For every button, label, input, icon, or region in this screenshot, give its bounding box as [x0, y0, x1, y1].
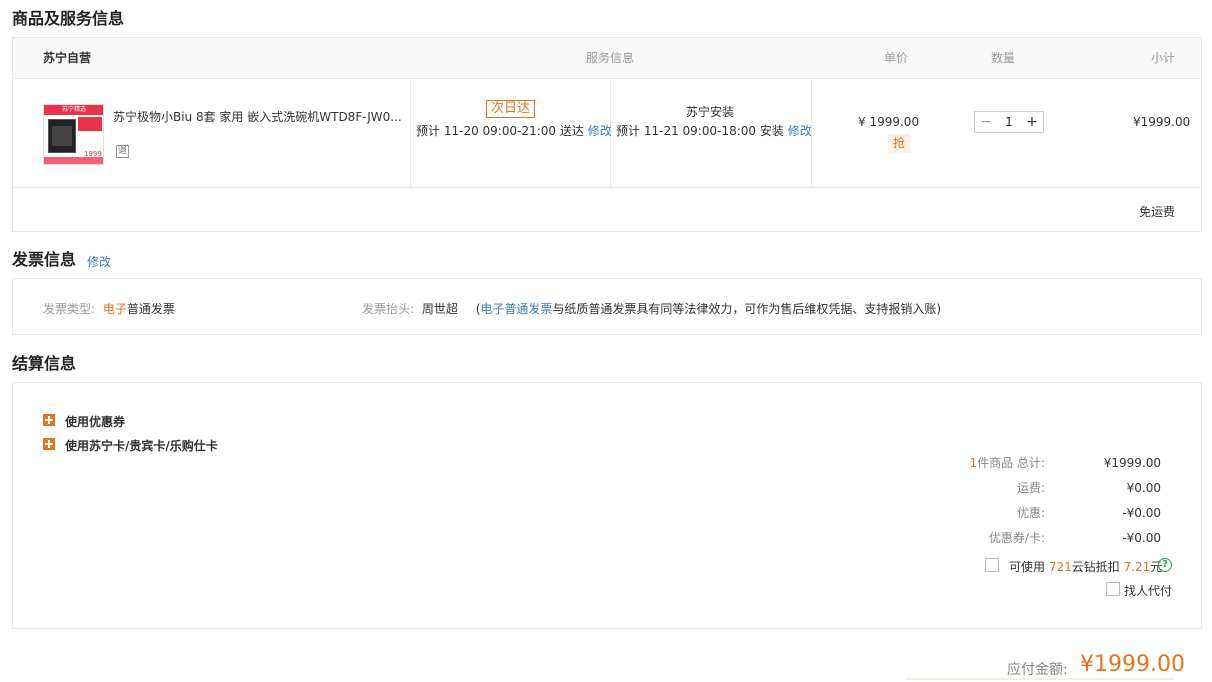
invoice-header: 发票抬头: 周世超 (电子普通发票与纸质普通发票具有同等法律效力，可作为售后维权…: [362, 302, 942, 316]
product-section-title: 商品及服务信息: [12, 9, 125, 28]
settlement-panel: 使用优惠券 使用苏宁卡/贵宾卡/乐购仕卡 1件商品 总计: ¥1999.00 运…: [12, 382, 1202, 629]
invoice-type-highlight: 电子: [102, 302, 127, 316]
return-badge: 退: [116, 145, 129, 158]
summary-discount-value: -¥0.00: [1122, 506, 1161, 520]
expand-plus-icon: [43, 438, 55, 450]
header-subtotal: 小计: [1151, 51, 1176, 65]
cloud-diamond-text: 可使用 721云钻抵扣 7.21元: [1009, 560, 1163, 574]
expand-plus-icon: [43, 414, 55, 426]
e-invoice-link[interactable]: 电子普通发票: [480, 302, 552, 316]
install-title: 苏宁安装: [686, 105, 735, 119]
summary-freight-value: ¥0.00: [1126, 481, 1161, 495]
help-icon[interactable]: ?: [1158, 558, 1172, 572]
invoice-header-label: 发票抬头:: [362, 302, 415, 316]
payable-underline: [905, 678, 1173, 680]
delivery-estimate: 预计 11-20 09:00-21:00 送达 修改: [416, 124, 612, 138]
quantity-decrease-button[interactable]: −: [975, 112, 997, 132]
free-shipping-text: 免运费: [1139, 205, 1176, 219]
install-edit-link[interactable]: 修改: [788, 124, 812, 138]
invoice-type: 发票类型: 电子普通发票: [43, 300, 175, 317]
invoice-type-label: 发票类型:: [43, 302, 96, 316]
summary-discount-label: 优惠:: [1016, 506, 1045, 520]
header-unit-price: 单价: [884, 51, 909, 65]
product-name-link[interactable]: 苏宁极物小Biu 8套 家用 嵌入式洗碗机WTD8F-JW0...: [113, 108, 402, 125]
header-service: 服务信息: [586, 51, 635, 65]
header-quantity: 数量: [991, 51, 1016, 65]
store-name: 苏宁自营: [43, 51, 92, 65]
product-thumbnail[interactable]: 苏宁精选 1999: [43, 104, 104, 165]
row-divider: [13, 187, 1201, 188]
dishwasher-image: [48, 119, 76, 153]
invoice-type-value: 普通发票: [126, 302, 175, 316]
use-coupon-label: 使用优惠券: [65, 415, 126, 429]
install-estimate: 预计 11-21 09:00-18:00 安装 修改: [616, 124, 812, 138]
summary-total-value: ¥1999.00: [1103, 456, 1161, 470]
invoice-note: 与纸质普通发票具有同等法律效力，可作为售后维权凭据、支持报销入账): [552, 302, 942, 316]
summary-item-count: 1件商品 总计:: [969, 456, 1046, 470]
next-day-delivery-tag: 次日达: [486, 100, 536, 118]
use-card-label: 使用苏宁卡/贵宾卡/乐购仕卡: [65, 439, 218, 453]
thumbnail-banner-text: 苏宁精选: [62, 106, 87, 113]
invoice-edit-link[interactable]: 修改: [87, 253, 111, 270]
column-divider: [410, 79, 411, 187]
quantity-stepper: − 1 +: [974, 111, 1044, 133]
item-subtotal: ¥1999.00: [1133, 115, 1191, 129]
unit-price: ¥ 1999.00: [858, 115, 920, 129]
product-table: 苏宁自营 服务信息 单价 数量 小计 苏宁精选 1999 苏宁极物小Biu 8套…: [12, 37, 1202, 232]
invoice-section-title: 发票信息: [12, 250, 77, 269]
summary-coupon-label: 优惠券/卡:: [988, 531, 1045, 545]
product-table-header: 苏宁自营 服务信息 单价 数量 小计: [13, 38, 1201, 79]
payable-label: 应付金额:: [1007, 662, 1068, 678]
pay-for-me-label[interactable]: 找人代付: [1124, 582, 1172, 599]
flash-sale-tag[interactable]: 抢: [888, 134, 910, 153]
pay-for-me-checkbox[interactable]: [1106, 582, 1120, 596]
cloud-diamond-checkbox[interactable]: [985, 558, 999, 572]
payable-amount: ¥1999.00: [1080, 652, 1185, 677]
invoice-panel: 发票类型: 电子普通发票 发票抬头: 周世超 (电子普通发票与纸质普通发票具有同…: [12, 278, 1202, 335]
settlement-section-title: 结算信息: [12, 354, 77, 373]
delivery-edit-link[interactable]: 修改: [588, 124, 612, 138]
quantity-increase-button[interactable]: +: [1021, 112, 1043, 132]
invoice-header-value: 周世超: [421, 302, 458, 316]
summary-coupon-value: -¥0.00: [1122, 531, 1161, 545]
quantity-input[interactable]: 1: [997, 112, 1021, 132]
summary-freight-label: 运费:: [1016, 481, 1045, 495]
